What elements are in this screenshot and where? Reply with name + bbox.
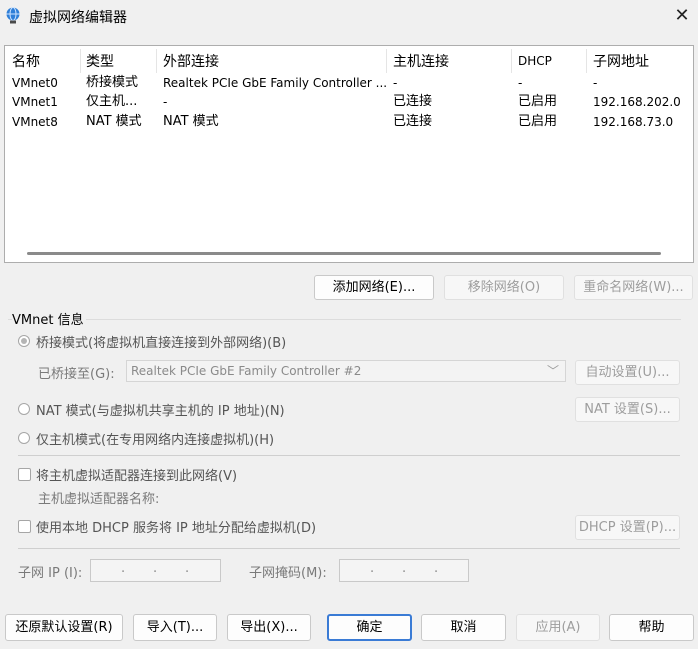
ip-dot: . bbox=[185, 561, 190, 576]
cell-host: 已连接 bbox=[393, 114, 433, 129]
bridged-to-select[interactable]: Realtek PCIe GbE Family Controller #2 ﹀ bbox=[126, 360, 566, 382]
cell-name: VMnet8 bbox=[12, 115, 58, 129]
remove-network-button[interactable]: 移除网络(O) bbox=[444, 275, 564, 300]
table-row[interactable]: VMnet0 桥接模式 Realtek PCIe GbE Family Cont… bbox=[5, 73, 693, 93]
column-divider[interactable] bbox=[80, 49, 81, 73]
cell-subnet: 192.168.73.0 bbox=[593, 115, 674, 129]
column-header-host[interactable]: 主机连接 bbox=[393, 51, 449, 71]
cancel-button[interactable]: 取消 bbox=[421, 614, 506, 641]
vmnet-info-group bbox=[8, 319, 681, 320]
subnet-ip-input[interactable]: . . . bbox=[90, 559, 221, 582]
cell-subnet: 192.168.202.0 bbox=[593, 95, 681, 109]
cell-host: - bbox=[393, 76, 398, 90]
nat-label: NAT 模式(与虚拟机共享主机的 IP 地址)(N) bbox=[36, 404, 285, 419]
export-button[interactable]: 导出(X)... bbox=[227, 614, 311, 641]
ip-dot: . bbox=[434, 561, 439, 576]
group-title: VMnet 信息 bbox=[12, 309, 86, 328]
nat-settings-button[interactable]: NAT 设置(S)... bbox=[575, 397, 680, 422]
column-header-type[interactable]: 类型 bbox=[86, 51, 114, 71]
dhcp-checkbox[interactable] bbox=[18, 520, 31, 533]
rename-network-button[interactable]: 重命名网络(W)... bbox=[574, 275, 693, 300]
column-divider[interactable] bbox=[386, 49, 387, 73]
cell-name: VMnet1 bbox=[12, 95, 58, 109]
cell-external: - bbox=[163, 95, 168, 109]
cell-name: VMnet0 bbox=[12, 76, 58, 90]
cell-type: 桥接模式 bbox=[86, 75, 139, 90]
nat-radio[interactable] bbox=[18, 403, 30, 415]
cell-dhcp: 已启用 bbox=[518, 94, 558, 109]
table-row[interactable]: VMnet8 NAT 模式 NAT 模式 已连接 已启用 192.168.73.… bbox=[5, 112, 693, 132]
ip-dot: . bbox=[121, 561, 126, 576]
network-list[interactable]: 名称 类型 外部连接 主机连接 DHCP 子网地址 VMnet0 桥接模式 Re… bbox=[4, 45, 694, 263]
chevron-down-icon: ﹀ bbox=[547, 364, 560, 378]
column-header-dhcp[interactable]: DHCP bbox=[518, 54, 552, 68]
bridged-radio[interactable] bbox=[18, 335, 30, 347]
bridged-to-label: 已桥接至(G): bbox=[38, 367, 115, 382]
cell-dhcp: - bbox=[518, 76, 523, 90]
table-row[interactable]: VMnet1 仅主机... - 已连接 已启用 192.168.202.0 bbox=[5, 92, 693, 112]
import-button[interactable]: 导入(T)... bbox=[133, 614, 217, 641]
restore-defaults-button[interactable]: 还原默认设置(R) bbox=[5, 614, 123, 641]
subnet-ip-label: 子网 IP (I): bbox=[18, 566, 83, 581]
ip-dot: . bbox=[402, 561, 407, 576]
ok-button[interactable]: 确定 bbox=[327, 614, 412, 641]
add-network-button[interactable]: 添加网络(E)... bbox=[314, 275, 434, 300]
column-divider[interactable] bbox=[156, 49, 157, 73]
cell-type: 仅主机... bbox=[86, 94, 138, 109]
close-icon[interactable]: ✕ bbox=[668, 3, 696, 29]
column-divider[interactable] bbox=[511, 49, 512, 73]
ip-dot: . bbox=[370, 561, 375, 576]
cell-external: Realtek PCIe GbE Family Controller ... bbox=[163, 76, 388, 90]
column-header-subnet[interactable]: 子网地址 bbox=[593, 51, 649, 71]
cell-dhcp: 已启用 bbox=[518, 114, 558, 129]
adapter-name-label: 主机虚拟适配器名称: bbox=[38, 492, 160, 507]
column-header-name[interactable]: 名称 bbox=[12, 51, 40, 71]
scrollbar-thumb[interactable] bbox=[27, 252, 661, 255]
subnet-mask-input[interactable]: . . . bbox=[339, 559, 469, 582]
hostonly-label: 仅主机模式(在专用网络内连接虚拟机)(H) bbox=[36, 433, 275, 448]
column-header-external[interactable]: 外部连接 bbox=[163, 51, 219, 71]
auto-settings-button[interactable]: 自动设置(U)... bbox=[575, 360, 680, 385]
connect-adapter-checkbox[interactable] bbox=[18, 468, 31, 481]
divider bbox=[18, 455, 680, 456]
cell-subnet: - bbox=[593, 76, 598, 90]
divider bbox=[18, 548, 680, 549]
dhcp-label: 使用本地 DHCP 服务将 IP 地址分配给虚拟机(D) bbox=[36, 521, 317, 536]
bridged-to-value: Realtek PCIe GbE Family Controller #2 bbox=[131, 364, 362, 378]
column-divider[interactable] bbox=[586, 49, 587, 73]
help-button[interactable]: 帮助 bbox=[609, 614, 694, 641]
network-globe-icon bbox=[4, 6, 22, 24]
cell-host: 已连接 bbox=[393, 94, 433, 109]
hostonly-radio[interactable] bbox=[18, 432, 30, 444]
cell-external: NAT 模式 bbox=[163, 114, 219, 129]
cell-type: NAT 模式 bbox=[86, 114, 142, 129]
apply-button[interactable]: 应用(A) bbox=[516, 614, 600, 641]
subnet-mask-label: 子网掩码(M): bbox=[249, 566, 327, 581]
window-title: 虚拟网络编辑器 bbox=[29, 10, 127, 26]
ip-dot: . bbox=[153, 561, 158, 576]
connect-adapter-label: 将主机虚拟适配器连接到此网络(V) bbox=[36, 469, 238, 484]
bridged-label: 桥接模式(将虚拟机直接连接到外部网络)(B) bbox=[36, 336, 287, 351]
dhcp-settings-button[interactable]: DHCP 设置(P)... bbox=[575, 515, 680, 540]
